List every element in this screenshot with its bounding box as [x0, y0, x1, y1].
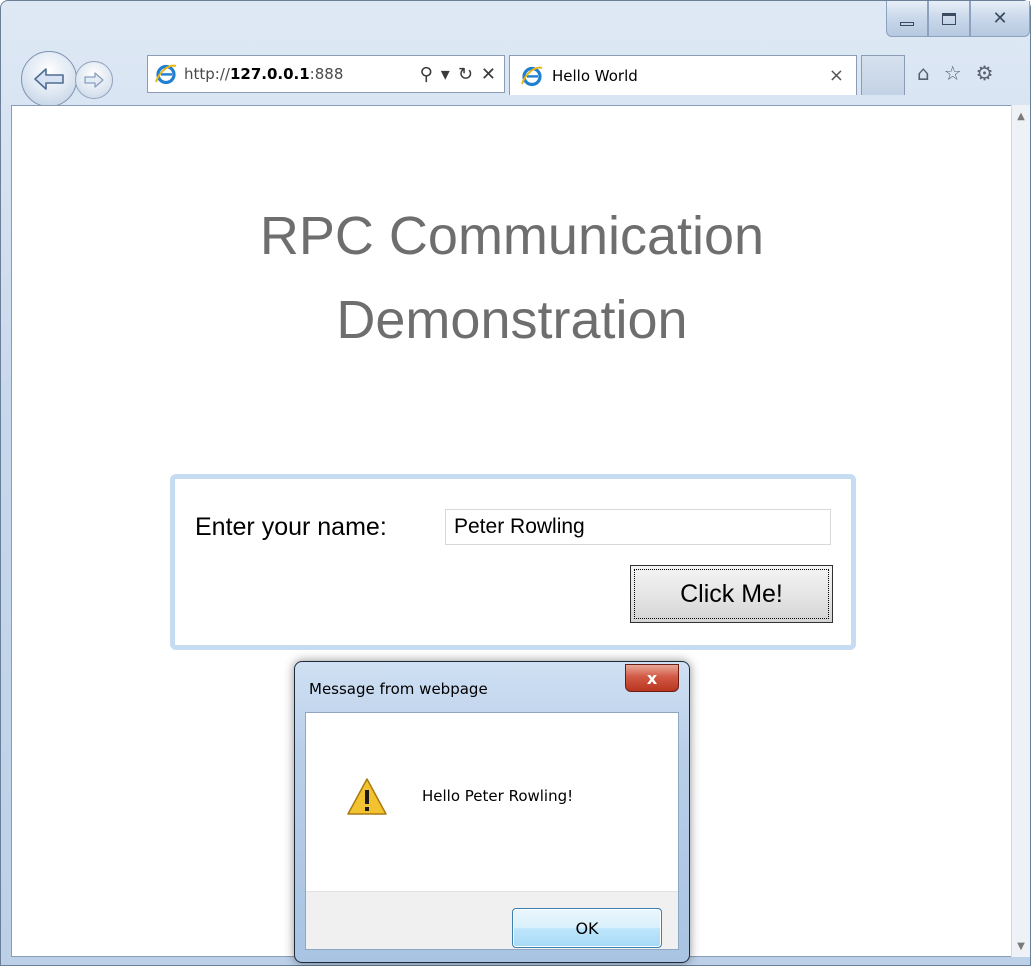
click-me-button[interactable]: Click Me! [630, 565, 833, 623]
home-icon[interactable]: ⌂ [917, 61, 930, 85]
url-scheme: http:// [184, 65, 230, 83]
back-arrow-icon [34, 68, 64, 90]
dialog-title: Message from webpage [309, 680, 488, 698]
browser-command-icons: ⌂ ☆ ⚙ [917, 61, 994, 85]
warning-icon [347, 778, 387, 815]
new-tab-button[interactable] [861, 55, 905, 95]
minimize-button[interactable] [886, 1, 928, 37]
internet-explorer-icon [521, 66, 543, 86]
dialog-body: Hello Peter Rowling! OK [305, 712, 679, 950]
page-title-line-2: Demonstration [336, 290, 688, 350]
dialog-message: Hello Peter Rowling! [422, 787, 574, 805]
window-close-button[interactable]: ✕ [970, 1, 1030, 37]
name-input[interactable] [445, 509, 831, 545]
forward-arrow-icon [84, 72, 104, 88]
scroll-up-arrow-icon[interactable]: ▲ [1012, 107, 1030, 125]
url-text[interactable]: http://127.0.0.1:888 [184, 65, 343, 83]
back-button[interactable] [21, 51, 77, 107]
vertical-scrollbar[interactable]: ▲ ▼ [1011, 105, 1030, 957]
close-icon: x [646, 668, 658, 688]
url-port: :888 [309, 65, 344, 83]
scroll-down-arrow-icon[interactable]: ▼ [1012, 937, 1030, 955]
close-icon: ✕ [992, 8, 1008, 29]
tab-hello-world[interactable]: Hello World × [509, 55, 857, 95]
url-host: 127.0.0.1 [229, 65, 310, 83]
name-form-panel: Enter your name: Click Me! [170, 474, 856, 650]
address-bar[interactable]: http://127.0.0.1:888 ⚲ ▾ ↻ ✕ [147, 55, 505, 93]
browser-window: ✕ http://127.0.0.1:888 ⚲ ▾ ↻ ✕ Hello Wor… [0, 0, 1031, 966]
page-title-line-1: RPC Communication [259, 206, 765, 266]
maximize-icon [942, 12, 956, 25]
gear-icon[interactable]: ⚙ [976, 61, 994, 85]
dropdown-arrow-icon[interactable]: ▾ [441, 64, 450, 85]
window-controls: ✕ [886, 1, 1030, 41]
search-icon[interactable]: ⚲ [420, 64, 433, 85]
alert-dialog: Message from webpage x Hello Peter Rowli… [294, 661, 690, 963]
dialog-message-area: Hello Peter Rowling! [306, 713, 678, 891]
browser-toolbar: http://127.0.0.1:888 ⚲ ▾ ↻ ✕ Hello World… [9, 45, 1031, 107]
maximize-button[interactable] [928, 1, 970, 37]
address-bar-actions: ⚲ ▾ ↻ ✕ [420, 64, 504, 85]
ok-button[interactable]: OK [512, 908, 662, 948]
dialog-footer: OK [306, 891, 678, 949]
refresh-icon[interactable]: ↻ [458, 64, 473, 85]
internet-explorer-icon [155, 64, 177, 85]
stop-icon[interactable]: ✕ [481, 64, 496, 85]
tab-close-icon[interactable]: × [829, 65, 844, 86]
name-label: Enter your name: [195, 513, 387, 541]
minimize-icon [900, 21, 914, 26]
page-title: RPC Communication Demonstration [12, 194, 1012, 362]
forward-button[interactable] [75, 61, 113, 99]
star-icon[interactable]: ☆ [944, 61, 962, 85]
dialog-close-button[interactable]: x [625, 664, 679, 692]
tab-title: Hello World [552, 66, 638, 85]
